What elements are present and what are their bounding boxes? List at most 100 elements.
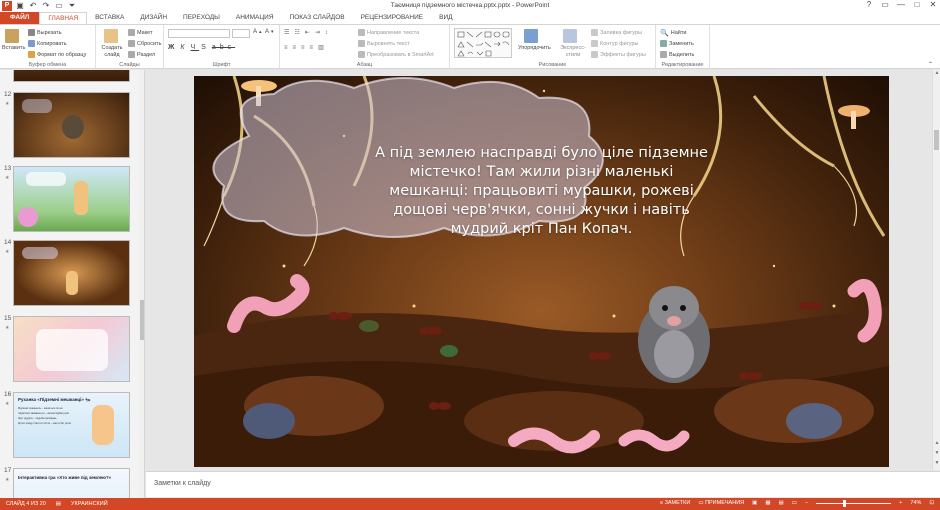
slide-thumbnail-12[interactable] bbox=[13, 92, 130, 158]
slide-thumbnail-13[interactable] bbox=[13, 166, 130, 232]
thumb-girl bbox=[74, 181, 88, 215]
zoom-out-button[interactable]: − bbox=[805, 500, 808, 506]
shapes-gallery[interactable] bbox=[454, 28, 512, 58]
select-button[interactable]: Выделить bbox=[660, 51, 694, 58]
numbering-icon[interactable]: ☷ bbox=[294, 29, 302, 36]
fit-slide-icon[interactable]: ⊡ bbox=[929, 500, 934, 506]
prev-slide-icon[interactable]: ▲ bbox=[933, 440, 940, 446]
language-indicator[interactable]: УКРАИНСКИЙ bbox=[71, 501, 108, 507]
maximize-button[interactable]: □ bbox=[912, 0, 922, 9]
quick-styles-button[interactable]: Экспресс-стили bbox=[558, 45, 588, 59]
thumb-text-box bbox=[36, 329, 108, 371]
animation-star-icon: ★ bbox=[5, 101, 10, 107]
normal-view-icon[interactable]: ▣ bbox=[752, 500, 757, 506]
list-buttons[interactable]: ☰ ☷ ⇤ ⇥ ↕ bbox=[284, 29, 331, 37]
zoom-slider[interactable] bbox=[816, 499, 892, 507]
next-slide-icon[interactable]: ▼ bbox=[933, 450, 940, 456]
increase-indent-icon[interactable]: ⇥ bbox=[315, 29, 323, 36]
tab-view[interactable]: ВИД bbox=[431, 12, 460, 24]
arrange-icon bbox=[524, 29, 538, 43]
slide-thumbnail-11[interactable] bbox=[13, 70, 130, 82]
comments-toggle-button[interactable]: ▭ ПРИМЕЧАНИЯ bbox=[698, 500, 744, 506]
slide-thumbnail-16[interactable]: Руханка «Підземні мешканці» 🐜 Мурашкі пр… bbox=[13, 392, 130, 458]
thumbnails-scrollbar[interactable] bbox=[139, 70, 144, 498]
animation-star-icon: ★ bbox=[5, 175, 10, 181]
decrease-indent-icon[interactable]: ⇤ bbox=[305, 29, 313, 36]
tab-insert[interactable]: ВСТАВКА bbox=[87, 12, 132, 24]
current-slide[interactable]: А під землею насправді було ціле підземн… bbox=[194, 76, 889, 467]
smartart-button[interactable]: Преобразовать в SmartArt bbox=[358, 51, 434, 58]
slide-vertical-scrollbar[interactable]: ▲ ▲ ▼ ▼ bbox=[932, 70, 940, 470]
notes-toggle-button[interactable]: ≡ ЗАМЕТКИ bbox=[660, 500, 691, 506]
spellcheck-icon[interactable]: ▤ bbox=[56, 501, 61, 507]
replace-button[interactable]: Заменить bbox=[660, 40, 694, 47]
tab-design[interactable]: ДИЗАЙН bbox=[132, 12, 175, 24]
cut-button[interactable]: Вырезать bbox=[28, 29, 61, 36]
slide-thumbnail-17[interactable]: Інтерактивна гра «Хто живе під землею?» bbox=[13, 468, 130, 498]
slide-thumbnail-15[interactable] bbox=[13, 316, 130, 382]
minimize-button[interactable]: — bbox=[896, 0, 906, 9]
notes-pane[interactable]: Заметки к слайду bbox=[146, 471, 940, 497]
scrollbar-thumb[interactable] bbox=[934, 130, 939, 150]
tab-home[interactable]: ГЛАВНАЯ bbox=[39, 12, 88, 24]
align-center-icon[interactable]: ≡ bbox=[293, 45, 300, 51]
shrink-font-button[interactable]: A ▾ bbox=[265, 29, 274, 35]
slideshow-view-icon[interactable]: ▭ bbox=[792, 500, 797, 506]
shape-effects-button[interactable]: Эффекты фигуры bbox=[591, 51, 646, 58]
tab-transitions[interactable]: ПЕРЕХОДЫ bbox=[175, 12, 228, 24]
new-slide-button[interactable]: Создать слайд bbox=[99, 45, 125, 59]
tab-review[interactable]: РЕЦЕНЗИРОВАНИЕ bbox=[353, 12, 432, 24]
layout-button[interactable]: Макет bbox=[128, 29, 153, 36]
tab-slideshow[interactable]: ПОКАЗ СЛАЙДОВ bbox=[282, 12, 353, 24]
line-spacing-icon[interactable]: ↕ bbox=[325, 30, 331, 36]
zoom-slider-thumb[interactable] bbox=[842, 499, 846, 507]
align-left-icon[interactable]: ≡ bbox=[284, 45, 291, 51]
text-direction-button[interactable]: Направление текста bbox=[358, 29, 419, 36]
section-button[interactable]: Раздел bbox=[128, 51, 155, 58]
underline-icon[interactable]: Ч bbox=[190, 44, 199, 51]
slide-body-text[interactable]: А під землею насправді було ціле підземн… bbox=[374, 144, 709, 239]
font-size-select[interactable] bbox=[232, 29, 250, 38]
font-format-buttons[interactable]: Ж К Ч Sabc bbox=[168, 44, 235, 51]
strikethrough-icon[interactable]: abc bbox=[212, 44, 235, 51]
scroll-down-arrow-icon[interactable]: ▼ bbox=[933, 460, 940, 466]
paste-button[interactable]: Вставить bbox=[2, 45, 25, 51]
reset-icon bbox=[128, 40, 135, 47]
scissors-icon bbox=[28, 29, 35, 36]
shape-outline-button[interactable]: Контур фигуры bbox=[591, 40, 638, 47]
arrange-button[interactable]: Упорядочить bbox=[518, 45, 551, 51]
scrollbar-thumb[interactable] bbox=[140, 300, 144, 340]
justify-icon[interactable]: ≡ bbox=[310, 45, 317, 51]
align-buttons[interactable]: ≡ ≡ ≡ ≡ ▥ bbox=[284, 44, 327, 52]
group-paragraph: ☰ ☷ ⇤ ⇥ ↕ ≡ ≡ ≡ ≡ ▥ Направление текста Выровнять… bbox=[280, 25, 450, 69]
reset-button[interactable]: Сбросить bbox=[128, 40, 161, 47]
italic-icon[interactable]: К bbox=[180, 44, 188, 51]
slide-thumbnail-14[interactable] bbox=[13, 240, 130, 306]
tab-file[interactable]: ФАЙЛ bbox=[0, 12, 40, 24]
tab-animations[interactable]: АНИМАЦИЯ bbox=[228, 12, 282, 24]
zoom-level[interactable]: 74% bbox=[910, 500, 921, 506]
format-painter-button[interactable]: Формат по образцу bbox=[28, 51, 86, 58]
grow-font-button[interactable]: A ▴ bbox=[253, 29, 262, 35]
shape-fill-button[interactable]: Заливка фигуры bbox=[591, 29, 642, 36]
bullets-icon[interactable]: ☰ bbox=[284, 29, 292, 36]
help-button[interactable]: ? bbox=[864, 0, 874, 9]
scroll-up-arrow-icon[interactable]: ▲ bbox=[933, 70, 940, 76]
columns-icon[interactable]: ▥ bbox=[318, 44, 327, 51]
group-label: Буфер обмена bbox=[28, 62, 67, 68]
shadow-icon[interactable]: S bbox=[201, 44, 210, 51]
align-right-icon[interactable]: ≡ bbox=[301, 45, 308, 51]
collapse-ribbon-icon[interactable]: ⌃ bbox=[928, 61, 933, 68]
text-direction-label: Направление текста bbox=[367, 29, 420, 36]
copy-label: Копировать bbox=[37, 40, 67, 47]
find-button[interactable]: 🔍 Найти bbox=[660, 29, 686, 37]
copy-button[interactable]: Копировать bbox=[28, 40, 67, 47]
slide-sorter-icon[interactable]: ▦ bbox=[765, 500, 770, 506]
font-family-select[interactable] bbox=[168, 29, 230, 38]
ribbon-display-button[interactable]: ▭ bbox=[880, 0, 890, 9]
align-text-button[interactable]: Выровнять текст bbox=[358, 40, 410, 47]
zoom-in-button[interactable]: + bbox=[899, 500, 902, 506]
close-button[interactable]: ✕ bbox=[928, 0, 938, 9]
reading-view-icon[interactable]: ▤ bbox=[779, 500, 784, 506]
bold-icon[interactable]: Ж bbox=[168, 44, 178, 51]
